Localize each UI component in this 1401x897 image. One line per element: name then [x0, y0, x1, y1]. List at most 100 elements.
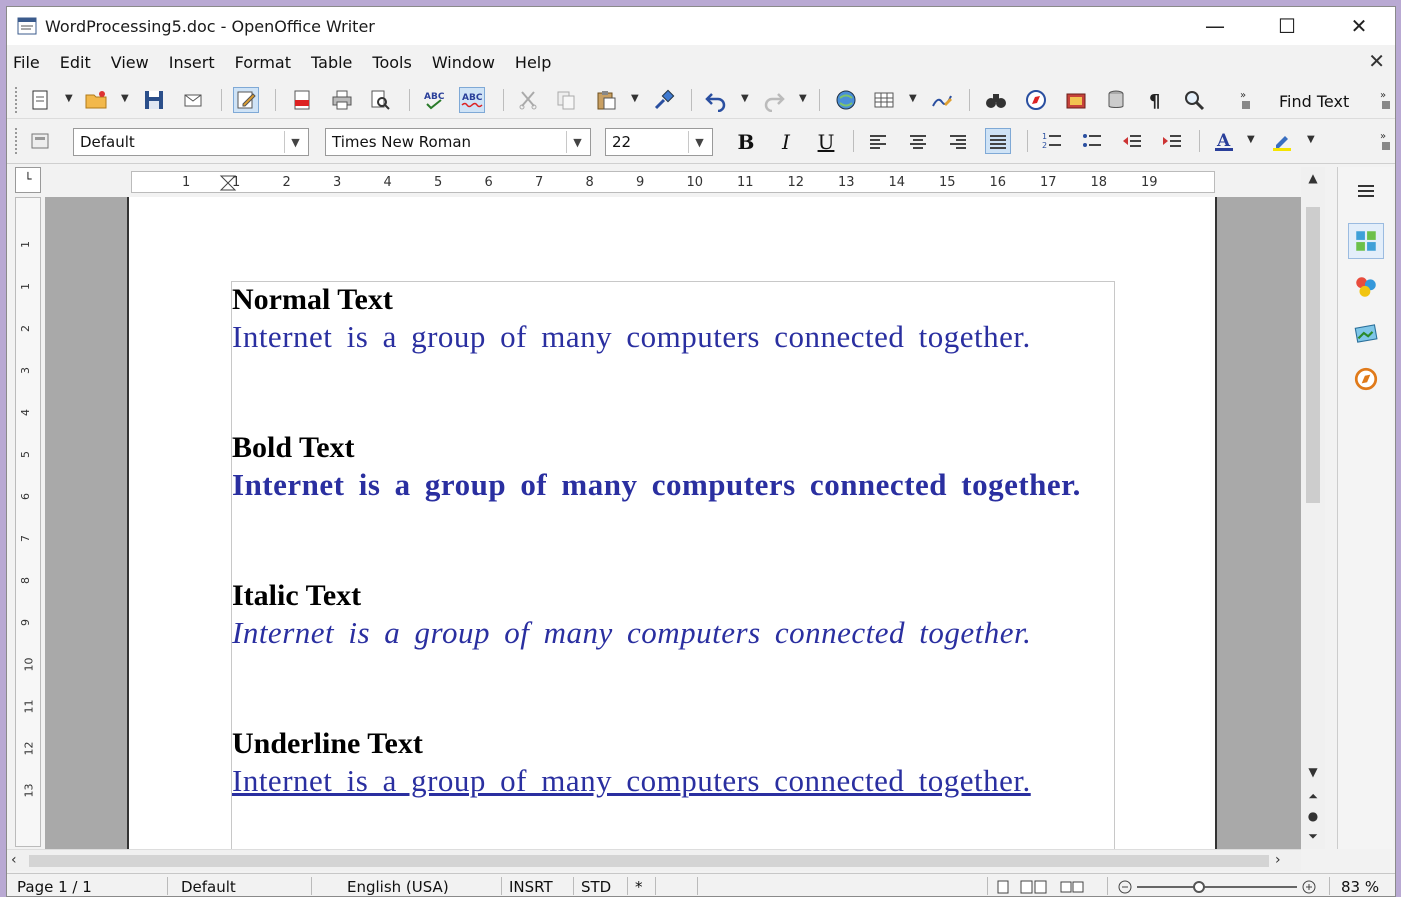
- menu-help[interactable]: Help: [515, 53, 551, 72]
- copy-icon[interactable]: [553, 87, 579, 113]
- highlighting-dropdown-icon[interactable]: ▼: [1307, 134, 1317, 145]
- italic-button[interactable]: I: [773, 129, 799, 155]
- navigator-icon[interactable]: [1023, 87, 1049, 113]
- formatting-marks-icon[interactable]: ¶: [1143, 87, 1169, 113]
- font-color-icon[interactable]: A: [1211, 128, 1237, 154]
- horizontal-scrollbar[interactable]: ‹ ›: [7, 849, 1301, 871]
- align-right-icon[interactable]: [945, 128, 971, 154]
- menu-view[interactable]: View: [111, 53, 149, 72]
- toolbar-overflow-icon[interactable]: »: [1233, 87, 1259, 113]
- hyperlink-icon[interactable]: [833, 87, 859, 113]
- align-left-icon[interactable]: [865, 128, 891, 154]
- zoom-slider[interactable]: [1137, 886, 1297, 888]
- font-size-select[interactable]: 22 ▼: [605, 128, 713, 156]
- gallery-icon[interactable]: [1063, 87, 1089, 113]
- table-dropdown-icon[interactable]: ▼: [909, 93, 919, 104]
- next-page-icon[interactable]: ⏷: [1304, 827, 1322, 845]
- chevron-down-icon[interactable]: ▼: [688, 131, 710, 153]
- find-toolbar-overflow-icon[interactable]: »: [1373, 87, 1395, 113]
- print-icon[interactable]: [329, 87, 355, 113]
- sidebar-menu-icon[interactable]: [1348, 173, 1384, 209]
- selection-mode[interactable]: STD: [581, 878, 611, 896]
- paste-dropdown-icon[interactable]: ▼: [631, 93, 641, 104]
- styles-icon[interactable]: [1348, 269, 1384, 305]
- open-folder-icon[interactable]: [83, 87, 109, 113]
- numbering-icon[interactable]: 12: [1039, 128, 1065, 154]
- increase-indent-icon[interactable]: [1159, 128, 1185, 154]
- tab-stop-selector[interactable]: └: [15, 167, 41, 193]
- vertical-scrollbar[interactable]: ▲ ▼ ⏶ ● ⏷: [1301, 167, 1325, 849]
- scroll-left-icon[interactable]: ‹: [11, 852, 17, 868]
- scroll-up-icon[interactable]: ▲: [1304, 169, 1322, 187]
- navigator-sidebar-icon[interactable]: [1348, 361, 1384, 397]
- export-pdf-icon[interactable]: [289, 87, 315, 113]
- spellcheck-icon[interactable]: ABC: [421, 87, 447, 113]
- toolbar-gripper[interactable]: [15, 128, 19, 154]
- paragraph-style-select[interactable]: Default ▼: [73, 128, 309, 156]
- autospellcheck-icon[interactable]: ABC: [459, 87, 485, 113]
- close-document-button[interactable]: ✕: [1368, 49, 1385, 73]
- open-dropdown-icon[interactable]: ▼: [121, 93, 131, 104]
- horizontal-ruler[interactable]: 1 1 2 3 4 5 6 7 8 9 10 11 12 13 14 15 16 17 18 19: [131, 171, 1215, 193]
- gallery-sidebar-icon[interactable]: [1348, 315, 1384, 351]
- show-draw-functions-icon[interactable]: [929, 87, 955, 113]
- language[interactable]: English (USA): [347, 878, 449, 896]
- zoom-out-icon[interactable]: [1117, 879, 1133, 895]
- scroll-down-icon[interactable]: ▼: [1304, 763, 1322, 781]
- menu-edit[interactable]: Edit: [60, 53, 91, 72]
- data-sources-icon[interactable]: [1103, 87, 1129, 113]
- edit-file-icon[interactable]: [233, 87, 259, 113]
- zoom-icon[interactable]: [1181, 87, 1207, 113]
- table-icon[interactable]: [871, 87, 897, 113]
- redo-dropdown-icon[interactable]: ▼: [799, 93, 809, 104]
- toolbar-gripper[interactable]: [15, 87, 19, 113]
- styles-formatting-icon[interactable]: [27, 128, 53, 154]
- menu-table[interactable]: Table: [311, 53, 352, 72]
- close-button[interactable]: ✕: [1323, 7, 1395, 45]
- scroll-thumb[interactable]: [29, 855, 1269, 867]
- justify-icon[interactable]: [985, 128, 1011, 154]
- zoom-in-icon[interactable]: [1301, 879, 1317, 895]
- zoom-slider-handle[interactable]: [1193, 881, 1205, 893]
- maximize-button[interactable]: ☐: [1251, 7, 1323, 45]
- underline-button[interactable]: U: [813, 129, 839, 155]
- new-document-icon[interactable]: [27, 87, 53, 113]
- page-style[interactable]: Default: [181, 878, 236, 896]
- new-dropdown-icon[interactable]: ▼: [65, 93, 75, 104]
- menu-window[interactable]: Window: [432, 53, 495, 72]
- formatting-toolbar-overflow-icon[interactable]: »: [1373, 128, 1395, 154]
- scroll-right-icon[interactable]: ›: [1275, 852, 1281, 868]
- book-view-icon[interactable]: [1059, 879, 1085, 895]
- text-area[interactable]: Normal Text Internet is a group of many …: [231, 281, 1115, 849]
- save-icon[interactable]: [141, 87, 167, 113]
- menu-tools[interactable]: Tools: [372, 53, 411, 72]
- minimize-button[interactable]: —: [1179, 7, 1251, 45]
- clone-formatting-icon[interactable]: [651, 87, 677, 113]
- bullets-icon[interactable]: [1079, 128, 1105, 154]
- email-document-icon[interactable]: [181, 87, 207, 113]
- undo-icon[interactable]: [703, 87, 729, 113]
- find-text-box[interactable]: Find Text: [1279, 92, 1349, 111]
- paste-icon[interactable]: [593, 87, 619, 113]
- redo-icon[interactable]: [761, 87, 787, 113]
- cut-icon[interactable]: [515, 87, 541, 113]
- menu-insert[interactable]: Insert: [169, 53, 215, 72]
- scroll-thumb[interactable]: [1306, 207, 1320, 503]
- vertical-ruler[interactable]: 1 1 2 3 4 5 6 7 8 9 10 11 12 13: [15, 197, 41, 847]
- find-replace-icon[interactable]: [983, 87, 1009, 113]
- multi-page-view-icon[interactable]: [1019, 879, 1049, 895]
- page-number[interactable]: Page 1 / 1: [17, 878, 92, 896]
- font-color-dropdown-icon[interactable]: ▼: [1247, 134, 1257, 145]
- undo-dropdown-icon[interactable]: ▼: [741, 93, 751, 104]
- navigation-icon[interactable]: ●: [1304, 807, 1322, 825]
- chevron-down-icon[interactable]: ▼: [566, 131, 588, 153]
- highlighting-icon[interactable]: [1269, 128, 1295, 154]
- menu-file[interactable]: File: [13, 53, 40, 72]
- properties-icon[interactable]: [1348, 223, 1384, 259]
- insert-mode[interactable]: INSRT: [509, 878, 553, 896]
- bold-button[interactable]: B: [733, 129, 759, 155]
- chevron-down-icon[interactable]: ▼: [284, 131, 306, 153]
- zoom-level[interactable]: 83 %: [1341, 878, 1379, 896]
- print-preview-icon[interactable]: [367, 87, 393, 113]
- align-center-icon[interactable]: [905, 128, 931, 154]
